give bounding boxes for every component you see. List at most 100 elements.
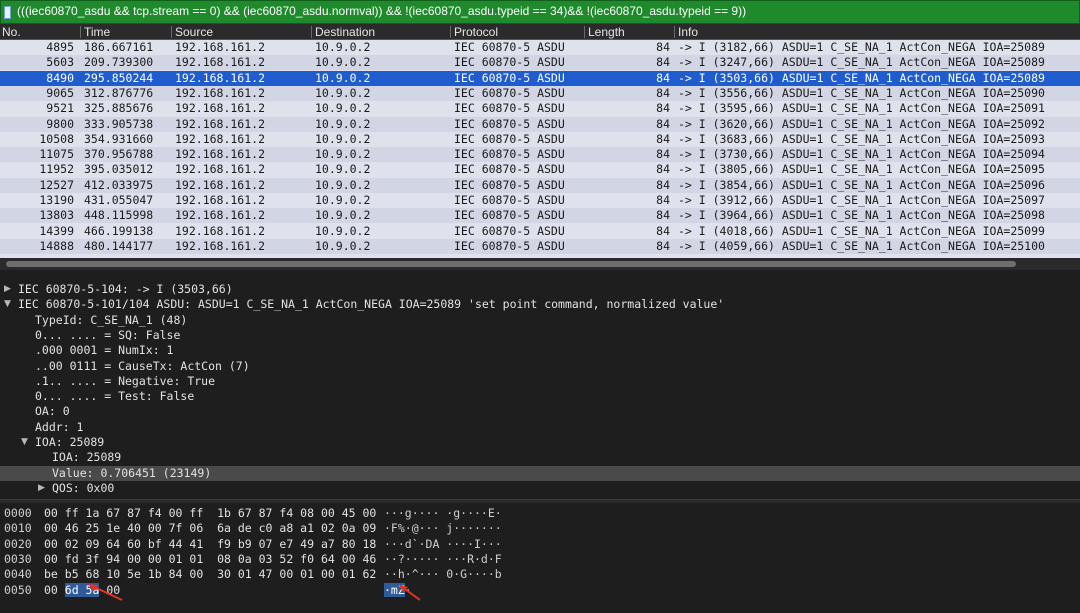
packet-row[interactable]: 4895 186.667161 192.168.161.2 10.9.0.2 IEC 6… — [0, 40, 1080, 55]
column-header-info[interactable]: Info — [678, 25, 698, 39]
packet-proto: IEC 60870-5 ASDU — [454, 116, 565, 131]
ascii-bytes: ···g···· ·g····E· — [384, 506, 502, 520]
packet-dst: 10.9.0.2 — [315, 55, 371, 70]
detail-text: ..00 0111 = CauseTx: ActCon (7) — [35, 358, 250, 373]
hex-dump-line[interactable]: 0010 00 46 25 1e 40 00 7f 06 6a de c0 a8 … — [0, 521, 1080, 536]
packet-len: 84 — [656, 85, 670, 100]
packet-row[interactable]: 9521 325.885676 192.168.161.2 10.9.0.2 IEC 6… — [0, 101, 1080, 116]
packet-row[interactable]: 8490 295.850244 192.168.161.2 10.9.0.2 IEC 6… — [0, 70, 1080, 86]
column-header-no[interactable]: No. — [2, 25, 21, 39]
collapse-arrow-icon[interactable]: ▼ — [21, 435, 28, 450]
packet-len: 84 — [656, 101, 670, 116]
packet-proto: IEC 60870-5 ASDU — [454, 193, 565, 207]
scrollbar-thumb[interactable] — [6, 261, 1016, 267]
packet-info: -> I (3964,66) ASDU=1 C_SE_NA_1 ActCon_N… — [678, 208, 1045, 223]
display-filter-bar[interactable]: (((iec60870_asdu && tcp.stream == 0) && … — [0, 0, 1080, 24]
packet-row[interactable]: 5603 209.739300 192.168.161.2 10.9.0.2 IEC 6… — [0, 55, 1080, 71]
packet-row[interactable]: 13803 448.115998 192.168.161.2 10.9.0.2 IEC … — [0, 208, 1080, 224]
packet-no: 11075 — [39, 147, 74, 162]
hex-offset: 0020 — [4, 536, 32, 551]
detail-tree-item[interactable]: ▶ IEC 60870-5-104: -> I (3503,66) — [0, 282, 1080, 297]
packet-row[interactable]: 11952 395.035012 192.168.161.2 10.9.0.2 IEC … — [0, 162, 1080, 177]
packet-no: 9800 — [46, 116, 74, 131]
packet-time: 431.055047 — [84, 193, 154, 207]
packet-len: 84 — [656, 193, 670, 207]
detail-tree-item[interactable]: Value: 0.706451 (23149) — [0, 465, 1080, 481]
detail-text: IOA: 25089 — [52, 450, 122, 465]
detail-text: .000 0001 = NumIx: 1 — [35, 343, 174, 358]
ascii-bytes: ···d`·DA ····I··· — [384, 536, 502, 551]
hex-dump-line[interactable]: 0000 00 ff 1a 67 87 f4 00 ff 1b 67 87 f4 … — [0, 506, 1080, 521]
hex-dump-line[interactable]: 0050 00 6d 5a 00 ·mZ· — [0, 582, 1080, 598]
detail-tree-item[interactable]: ..00 0111 = CauseTx: ActCon (7) — [0, 359, 1080, 374]
packet-row[interactable]: 13190 431.055047 192.168.161.2 10.9.0.2 IEC … — [0, 193, 1080, 208]
packet-info: -> I (3620,66) ASDU=1 C_SE_NA_1 ActCon_N… — [678, 116, 1045, 131]
column-header-length[interactable]: Length — [588, 25, 625, 39]
packet-src: 192.168.161.2 — [175, 193, 266, 207]
packet-src: 192.168.161.2 — [175, 238, 266, 253]
packet-list-scrollbar[interactable] — [0, 258, 1080, 270]
packet-dst: 10.9.0.2 — [315, 223, 371, 238]
packet-src: 192.168.161.2 — [175, 162, 266, 177]
detail-tree-item[interactable]: Addr: 1 — [0, 420, 1080, 435]
packet-dst: 10.9.0.2 — [315, 238, 371, 253]
detail-tree-item[interactable]: IOA: 25089 — [0, 450, 1080, 465]
detail-tree-item[interactable]: TypeId: C_SE_NA_1 (48) — [0, 313, 1080, 328]
packet-no: 10508 — [39, 131, 74, 146]
packet-info: -> I (4018,66) ASDU=1 C_SE_NA_1 ActCon_N… — [678, 223, 1045, 238]
packet-time: 448.115998 — [84, 208, 154, 223]
detail-tree-item[interactable]: ▶ QOS: 0x00 — [0, 481, 1080, 496]
column-header-source[interactable]: Source — [175, 25, 213, 39]
detail-tree-item[interactable]: 0... .... = Test: False — [0, 389, 1080, 404]
ascii-bytes: ··?····· ···R·d·F — [384, 551, 502, 566]
column-header-protocol[interactable]: Protocol — [454, 25, 498, 39]
packet-dst: 10.9.0.2 — [315, 131, 371, 146]
detail-tree-item[interactable]: ▼ IOA: 25089 — [0, 435, 1080, 450]
expand-arrow-icon[interactable]: ▶ — [38, 481, 45, 496]
packet-proto: IEC 60870-5 ASDU — [454, 177, 565, 192]
collapse-arrow-icon[interactable]: ▼ — [4, 297, 11, 312]
packet-details-pane: ▶ IEC 60870-5-104: -> I (3503,66) ▼ IEC 608… — [0, 278, 1080, 498]
packet-no: 5603 — [46, 55, 74, 70]
packet-row[interactable]: 10508 354.931660 192.168.161.2 10.9.0.2 IEC … — [0, 132, 1080, 147]
packet-dst: 10.9.0.2 — [315, 177, 371, 192]
column-header-time[interactable]: Time — [84, 25, 110, 39]
packet-info: -> I (3912,66) ASDU=1 C_SE_NA_1 ActCon_N… — [678, 193, 1045, 207]
packet-row[interactable]: 14399 466.199138 192.168.161.2 10.9.0.2 IEC … — [0, 224, 1080, 239]
packet-info: -> I (3854,66) ASDU=1 C_SE_NA_1 ActCon_N… — [678, 177, 1045, 192]
packet-row[interactable]: 12527 412.033975 192.168.161.2 10.9.0.2 IEC … — [0, 177, 1080, 193]
bookmark-icon[interactable] — [4, 6, 11, 19]
packet-len: 84 — [656, 238, 670, 253]
hex-dump-line[interactable]: 0040 be b5 68 10 5e 1b 84 00 30 01 47 00 … — [0, 567, 1080, 582]
hex-dump-line[interactable]: 0030 00 fd 3f 94 00 00 01 01 08 0a 03 52 … — [0, 552, 1080, 567]
packet-info: -> I (3730,66) ASDU=1 C_SE_NA_1 ActCon_N… — [678, 147, 1045, 162]
packet-row[interactable]: 14888 480.144177 192.168.161.2 10.9.0.2 IEC … — [0, 238, 1080, 254]
packet-len: 84 — [656, 208, 670, 223]
packet-len: 84 — [656, 177, 670, 192]
column-header-destination[interactable]: Destination — [315, 25, 375, 39]
packet-time: 186.667161 — [84, 40, 154, 54]
packet-time: 466.199138 — [84, 223, 154, 238]
packet-row[interactable]: 11075 370.956788 192.168.161.2 10.9.0.2 IEC … — [0, 147, 1080, 163]
packet-row[interactable]: 9800 333.905738 192.168.161.2 10.9.0.2 IEC 6… — [0, 116, 1080, 132]
display-filter-input[interactable]: (((iec60870_asdu && tcp.stream == 0) && … — [17, 4, 746, 18]
detail-tree-item[interactable]: OA: 0 — [0, 404, 1080, 419]
packet-src: 192.168.161.2 — [175, 223, 266, 238]
packet-src: 192.168.161.2 — [175, 85, 266, 100]
detail-tree-item[interactable]: .1.. .... = Negative: True — [0, 374, 1080, 389]
packet-no: 14399 — [39, 223, 74, 238]
detail-text: OA: 0 — [35, 404, 70, 419]
hex-offset: 0000 — [4, 506, 32, 520]
packet-src: 192.168.161.2 — [175, 208, 266, 223]
ascii-bytes: ··h·^··· 0·G····b — [384, 567, 502, 582]
packet-time: 370.956788 — [84, 147, 154, 162]
packet-no: 11952 — [39, 162, 74, 177]
detail-tree-item[interactable]: 0... .... = SQ: False — [0, 328, 1080, 343]
detail-tree-item[interactable]: ▼ IEC 60870-5-101/104 ASDU: ASDU=1 C_SE_N… — [0, 297, 1080, 312]
hex-bytes-part: 00 — [44, 582, 65, 597]
packet-row[interactable]: 9065 312.876776 192.168.161.2 10.9.0.2 IEC 6… — [0, 85, 1080, 101]
hex-dump-line[interactable]: 0020 00 02 09 64 60 bf 44 41 f9 b9 07 e7 … — [0, 537, 1080, 552]
detail-tree-item[interactable]: .000 0001 = NumIx: 1 — [0, 343, 1080, 358]
packet-time: 395.035012 — [84, 162, 154, 177]
expand-arrow-icon[interactable]: ▶ — [4, 282, 11, 297]
